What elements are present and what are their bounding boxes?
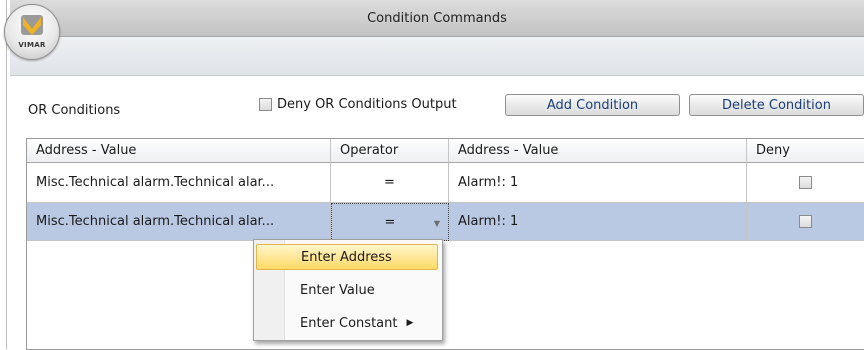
app-menu-button[interactable]: VIMAR — [4, 4, 60, 60]
column-header-deny[interactable]: Deny — [747, 139, 864, 163]
menu-item-enter-value[interactable]: Enter Value — [256, 277, 438, 303]
column-header-value[interactable]: Address - Value — [449, 139, 747, 163]
operator-dropdown[interactable]: = ▼ — [331, 203, 449, 241]
add-condition-button[interactable]: Add Condition — [505, 94, 680, 116]
window-left-border — [0, 0, 10, 349]
window-title: Condition Commands — [367, 11, 507, 26]
value-cell[interactable]: Alarm!: 1 — [449, 203, 747, 241]
table-row[interactable]: Misc.Technical alarm.Technical alar... =… — [27, 163, 864, 203]
column-header-operator[interactable]: Operator — [331, 139, 449, 163]
conditions-grid: Address - Value Operator Address - Value… — [26, 138, 864, 350]
vimar-logo-icon — [21, 15, 43, 35]
menu-item-enter-constant[interactable]: Enter Constant ▶ — [256, 310, 438, 336]
menu-item-label: Enter Value — [300, 282, 375, 298]
triangle-right-icon: ▶ — [406, 318, 414, 328]
address-cell[interactable]: Misc.Technical alarm.Technical alar... — [27, 163, 331, 203]
menu-item-enter-address[interactable]: Enter Address — [256, 244, 438, 270]
operator-cell[interactable]: = — [331, 163, 449, 203]
context-menu: Enter Address Enter Value Enter Constant… — [253, 239, 443, 341]
operator-value: = — [384, 214, 396, 230]
deny-cell — [747, 203, 864, 241]
address-cell[interactable]: Misc.Technical alarm.Technical alar... — [27, 203, 331, 241]
column-header-address[interactable]: Address - Value — [27, 139, 331, 163]
value-cell[interactable]: Alarm!: 1 — [449, 163, 747, 203]
deny-or-label: Deny OR Conditions Output — [277, 97, 457, 112]
table-row-selected[interactable]: Misc.Technical alarm.Technical alar... =… — [27, 203, 864, 241]
deny-checkbox[interactable] — [799, 215, 812, 228]
deny-checkbox[interactable] — [799, 176, 812, 189]
or-conditions-label: OR Conditions — [28, 103, 121, 118]
title-bar: Condition Commands — [10, 0, 864, 37]
logo-text: VIMAR — [18, 41, 46, 49]
chevron-down-icon[interactable]: ▼ — [434, 219, 440, 228]
grid-header: Address - Value Operator Address - Value… — [27, 139, 864, 163]
delete-condition-button[interactable]: Delete Condition — [689, 94, 864, 116]
deny-or-checkbox[interactable] — [259, 98, 272, 111]
menu-item-label: Enter Address — [301, 249, 392, 265]
deny-or-conditions-option[interactable]: Deny OR Conditions Output — [259, 97, 457, 112]
menu-item-label: Enter Constant — [300, 315, 398, 331]
ribbon-bar — [10, 37, 864, 76]
deny-cell — [747, 163, 864, 203]
